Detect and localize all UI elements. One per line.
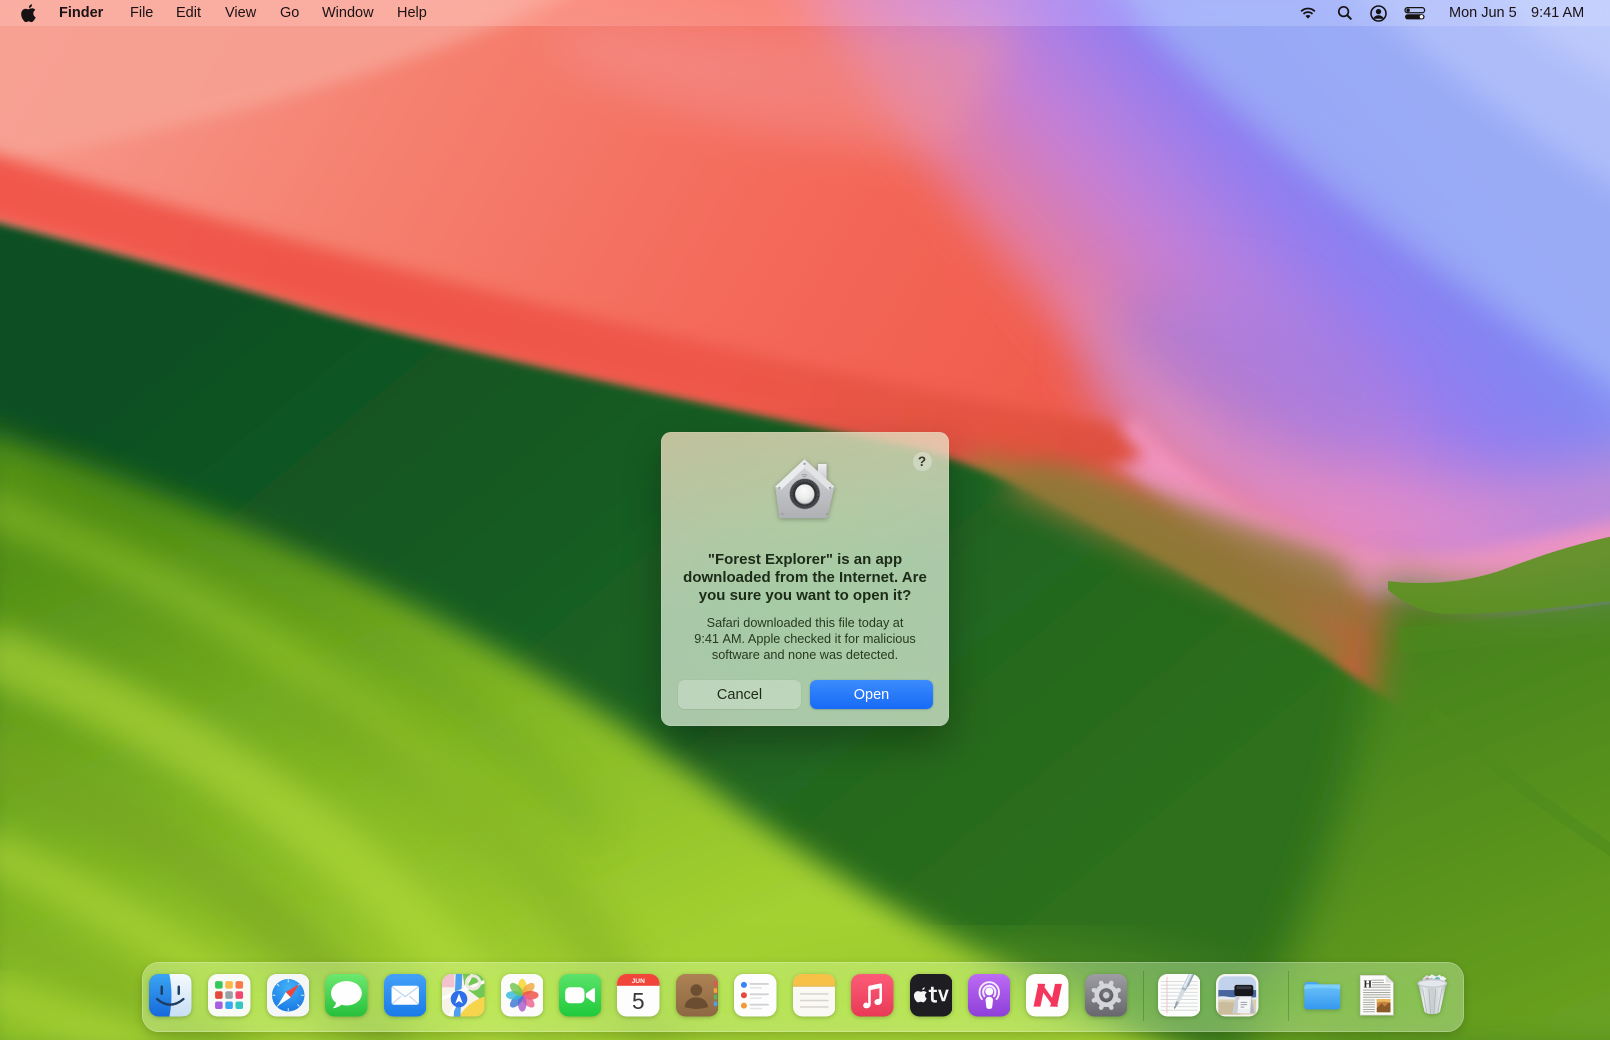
svg-text:5: 5 — [632, 988, 645, 1014]
svg-text:H: H — [1363, 979, 1372, 991]
svg-text:JUN: JUN — [632, 978, 645, 985]
